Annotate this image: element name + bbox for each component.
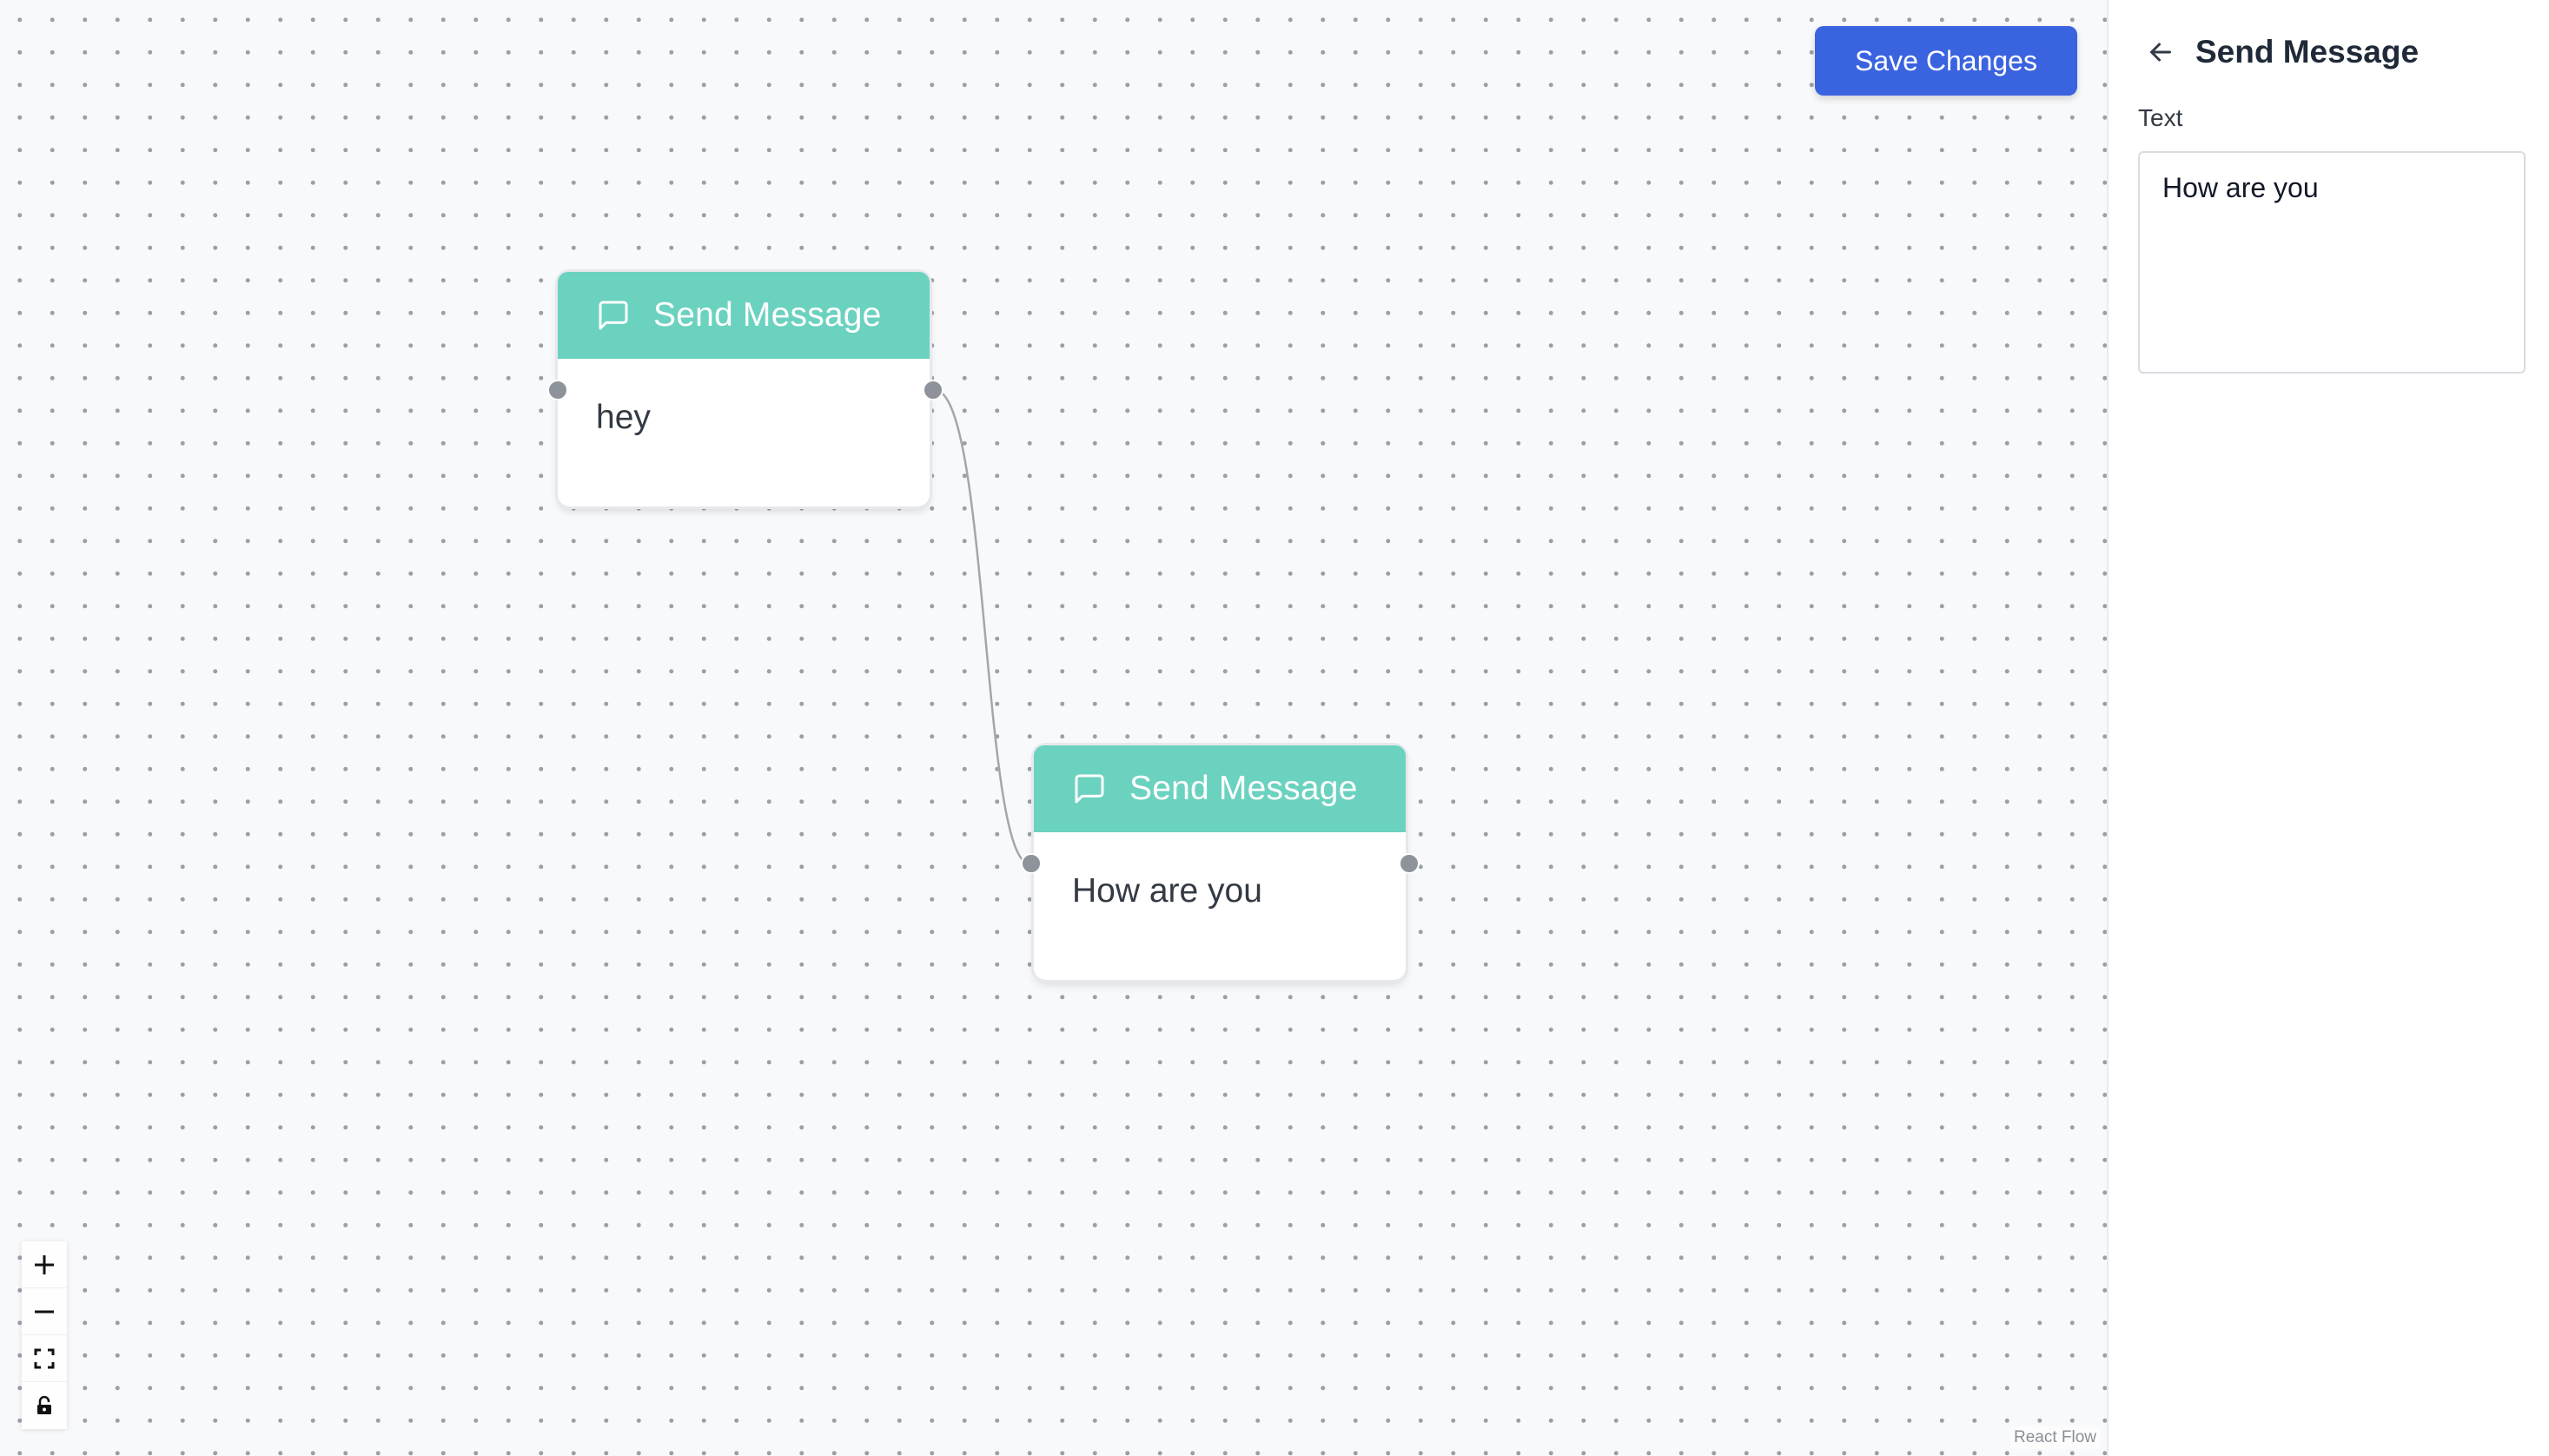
node-title: Send Message <box>653 296 882 334</box>
message-text-input[interactable]: How are you <box>2138 151 2526 374</box>
node-header: Send Message <box>558 272 930 359</box>
lock-icon <box>37 1396 51 1414</box>
canvas-controls <box>22 1241 67 1429</box>
target-handle[interactable] <box>1021 853 1042 874</box>
fit-view-button[interactable] <box>22 1335 67 1382</box>
zoom-out-button[interactable] <box>22 1288 67 1335</box>
minus-icon <box>35 1310 54 1313</box>
flow-builder-app: Send Message hey Send Message How are yo… <box>0 0 2549 1456</box>
message-node[interactable]: Send Message hey <box>547 272 943 506</box>
text-field-label: Text <box>2138 104 2183 131</box>
plus-icon <box>35 1254 54 1274</box>
message-square-icon <box>1075 774 1104 804</box>
node-message-text: How are you <box>1072 872 1262 910</box>
source-handle[interactable] <box>923 380 943 400</box>
message-node[interactable]: Send Message How are you <box>1021 745 1420 980</box>
target-handle[interactable] <box>547 380 568 400</box>
arrow-left-icon[interactable] <box>2145 36 2176 68</box>
settings-panel: Send Message Text How are you <box>2107 0 2549 1456</box>
node-message-text: hey <box>596 399 651 436</box>
edge-hey-to-how-are-you[interactable] <box>934 388 1030 865</box>
lock-button[interactable] <box>22 1382 67 1429</box>
edges-layer <box>934 388 1030 865</box>
save-changes-button[interactable]: Save Changes <box>1815 26 2077 96</box>
panel-title: Send Message <box>2195 34 2420 69</box>
react-flow-attribution[interactable]: React Flow <box>2009 1426 2100 1449</box>
node-title: Send Message <box>1129 770 1358 807</box>
zoom-in-button[interactable] <box>22 1241 67 1288</box>
source-handle[interactable] <box>1399 853 1420 874</box>
fit-view-icon <box>34 1348 55 1368</box>
message-square-icon <box>599 301 628 330</box>
flow-canvas[interactable]: Send Message hey Send Message How are yo… <box>0 0 2107 1456</box>
node-header: Send Message <box>1034 745 1406 832</box>
